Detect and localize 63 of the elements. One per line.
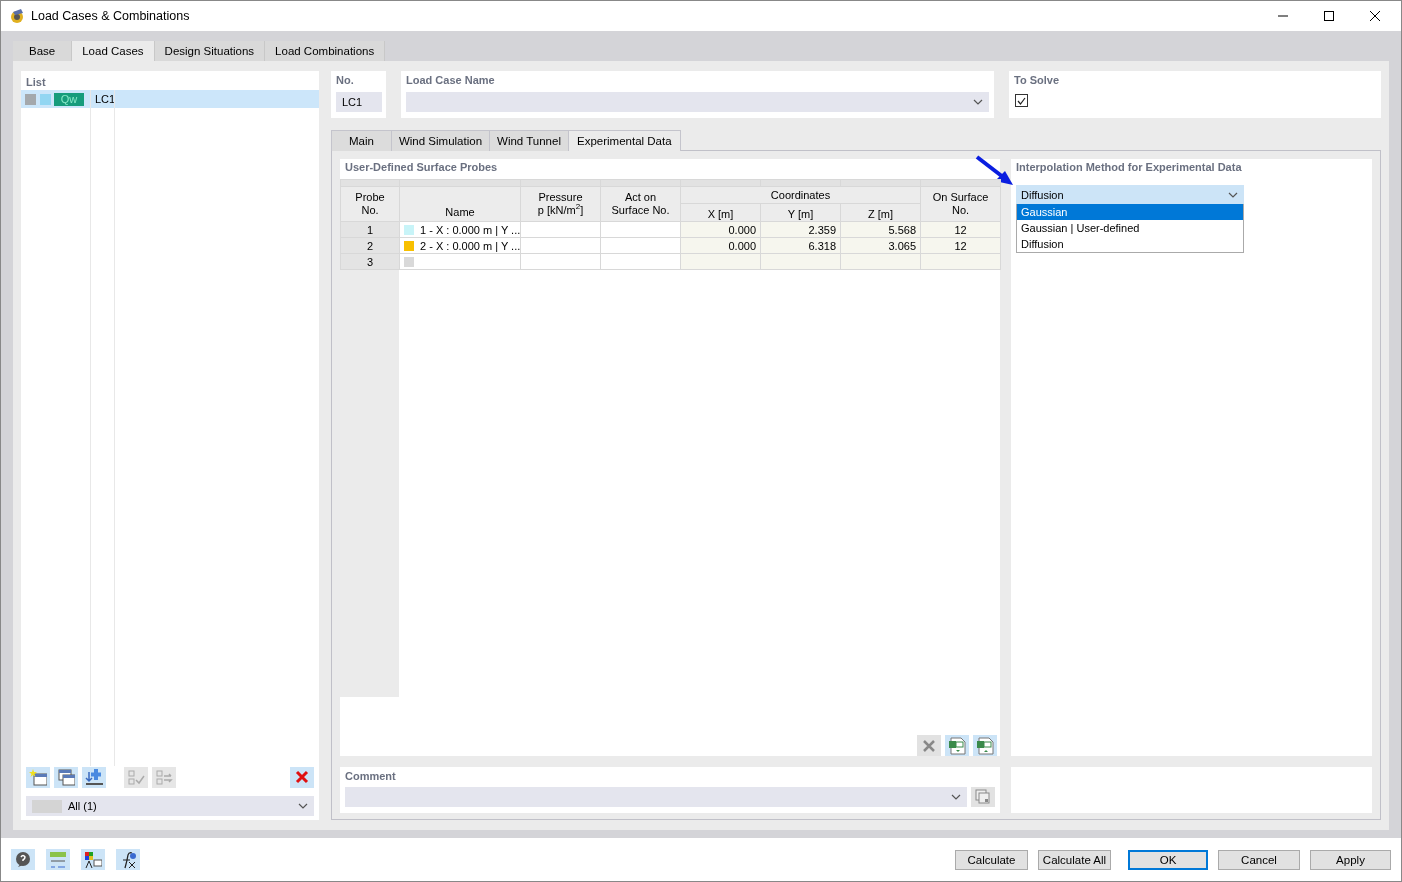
tab[interactable]: Load Combinations bbox=[265, 41, 386, 61]
filter-dropdown[interactable]: All (1) bbox=[26, 796, 314, 816]
export-spreadsheet-icon[interactable] bbox=[948, 736, 966, 755]
field-label: Comment bbox=[345, 770, 397, 782]
tab[interactable]: Main bbox=[331, 130, 392, 151]
section-heading: Interpolation Method for Experimental Data bbox=[1016, 161, 1243, 173]
delete-icon[interactable] bbox=[295, 770, 309, 784]
chevron-down-icon bbox=[298, 803, 308, 809]
column-header: Probe No. bbox=[340, 186, 400, 222]
column-header: Name bbox=[399, 186, 521, 222]
dialog-button[interactable]: Cancel bbox=[1218, 849, 1300, 870]
field-label: Load Case Name bbox=[406, 74, 496, 86]
tab[interactable]: Wind Simulation bbox=[390, 130, 491, 151]
list-heading: List bbox=[26, 75, 47, 90]
column-header: Pressure p [kN/m$^{2}$] bbox=[520, 186, 601, 222]
close-icon[interactable] bbox=[1367, 8, 1383, 24]
dropdown-option[interactable]: Gaussian | User-defined bbox=[1017, 220, 1243, 236]
dropdown-option[interactable]: Diffusion bbox=[1017, 236, 1243, 252]
filter-value: All (1) bbox=[68, 800, 98, 812]
interpolation-dropdown[interactable]: Diffusion bbox=[1016, 185, 1244, 204]
delete-icon[interactable] bbox=[922, 738, 936, 753]
new-window-icon[interactable] bbox=[29, 768, 47, 786]
tab[interactable]: Design Situations bbox=[154, 41, 266, 61]
chevron-down-icon bbox=[973, 99, 983, 105]
maximize-icon[interactable] bbox=[1321, 8, 1337, 24]
field-label: To Solve bbox=[1014, 74, 1061, 86]
status-square-icon bbox=[25, 93, 36, 105]
number-field[interactable]: LC1 bbox=[336, 92, 382, 112]
probe-name: 2 - X : 0.000 m | Y ... bbox=[420, 239, 520, 252]
tab[interactable]: Experimental Data bbox=[567, 130, 681, 151]
dialog-button[interactable]: Apply bbox=[1310, 849, 1391, 870]
section-heading: User-Defined Surface Probes bbox=[345, 161, 499, 173]
dialog-button[interactable]: Calculate All bbox=[1038, 849, 1111, 870]
chevron-down-icon bbox=[1228, 191, 1238, 198]
import-plus-icon[interactable] bbox=[85, 768, 103, 786]
window-title: Load Cases & Combinations bbox=[31, 9, 190, 23]
import-spreadsheet-icon[interactable] bbox=[976, 736, 994, 755]
tab[interactable]: Load Cases bbox=[72, 41, 155, 61]
status-square-icon bbox=[40, 93, 51, 105]
field-label: No. bbox=[336, 74, 355, 86]
color-legend-icon[interactable] bbox=[84, 850, 102, 869]
checkmark-icon bbox=[1017, 96, 1026, 105]
dialog-button[interactable]: Calculate bbox=[955, 849, 1028, 870]
dropdown-option[interactable]: Gaussian bbox=[1017, 204, 1243, 220]
to-solve-checkbox[interactable] bbox=[1015, 94, 1028, 107]
help-icon[interactable] bbox=[14, 850, 32, 869]
list-item[interactable]: Qw LC1 bbox=[21, 90, 319, 108]
load-type-tag: Qw bbox=[54, 92, 84, 106]
tab[interactable]: Base bbox=[13, 41, 73, 61]
annotation-arrow bbox=[975, 155, 1015, 187]
check-list-icon[interactable] bbox=[127, 768, 145, 786]
decimal-places-icon[interactable] bbox=[49, 850, 67, 869]
tab[interactable]: Wind Tunnel bbox=[489, 130, 569, 151]
load-case-name: LC1 bbox=[95, 93, 116, 105]
copy-icon[interactable] bbox=[975, 789, 991, 805]
column-header: On Surface No. bbox=[920, 186, 1001, 222]
app-logo-icon bbox=[9, 8, 25, 24]
probe-name: 1 - X : 0.000 m | Y ... bbox=[420, 223, 520, 236]
chevron-down-icon bbox=[951, 794, 961, 800]
column-header: Act on Surface No. bbox=[600, 186, 681, 222]
uncheck-list-icon[interactable] bbox=[155, 768, 173, 786]
dialog-button[interactable]: OK bbox=[1128, 849, 1208, 870]
copy-window-icon[interactable] bbox=[57, 768, 75, 786]
